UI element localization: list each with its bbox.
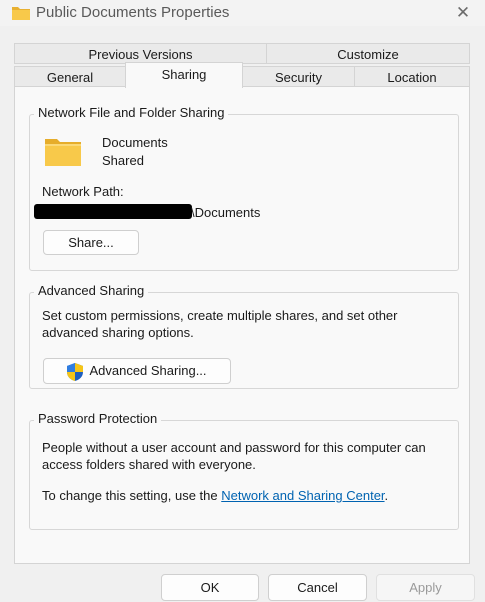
- tab-customize[interactable]: Customize: [266, 43, 470, 64]
- sharing-panel: Network File and Folder Sharing Document…: [14, 86, 470, 564]
- advanced-sharing-description-1: Set custom permissions, create multiple …: [42, 308, 398, 323]
- password-protection-change-text: To change this setting, use the Network …: [42, 487, 388, 504]
- tab-sharing[interactable]: Sharing: [125, 62, 243, 88]
- advanced-sharing-heading: Advanced Sharing: [34, 283, 149, 298]
- tab-previous-versions[interactable]: Previous Versions: [14, 43, 267, 64]
- tab-security[interactable]: Security: [242, 66, 355, 87]
- shield-icon: [66, 362, 84, 390]
- tab-location[interactable]: Location: [354, 66, 470, 87]
- advanced-sharing-button-label: Advanced Sharing...: [89, 363, 207, 378]
- folder-name: Documents: [102, 135, 168, 150]
- change-setting-suffix: .: [384, 488, 389, 503]
- ok-button[interactable]: OK: [161, 574, 259, 601]
- network-path-value: \Documents: [191, 205, 261, 220]
- redacted-path: [34, 204, 192, 219]
- window-title: Public Documents Properties: [36, 4, 230, 21]
- password-protection-line-2: access folders shared with everyone.: [42, 457, 256, 472]
- network-sharing-center-link[interactable]: Network and Sharing Center: [221, 488, 384, 503]
- folder-icon: [44, 136, 82, 171]
- password-protection-group: [29, 420, 459, 530]
- password-protection-heading: Password Protection: [34, 411, 162, 426]
- folder-share-state: Shared: [102, 153, 144, 168]
- network-sharing-heading: Network File and Folder Sharing: [34, 105, 229, 120]
- close-icon[interactable]: ✕: [448, 0, 478, 26]
- change-setting-prefix: To change this setting, use the: [42, 488, 222, 503]
- advanced-sharing-description-2: advanced sharing options.: [42, 325, 194, 340]
- folder-icon: [11, 5, 31, 24]
- apply-button[interactable]: Apply: [376, 574, 475, 601]
- share-button[interactable]: Share...: [43, 230, 139, 255]
- cancel-button[interactable]: Cancel: [268, 574, 367, 601]
- advanced-sharing-button[interactable]: Advanced Sharing...: [43, 358, 231, 384]
- password-protection-line-1: People without a user account and passwo…: [42, 440, 426, 455]
- title-bar: Public Documents Properties ✕: [0, 0, 485, 26]
- network-path-label: Network Path:: [42, 184, 124, 199]
- tab-general[interactable]: General: [14, 66, 126, 87]
